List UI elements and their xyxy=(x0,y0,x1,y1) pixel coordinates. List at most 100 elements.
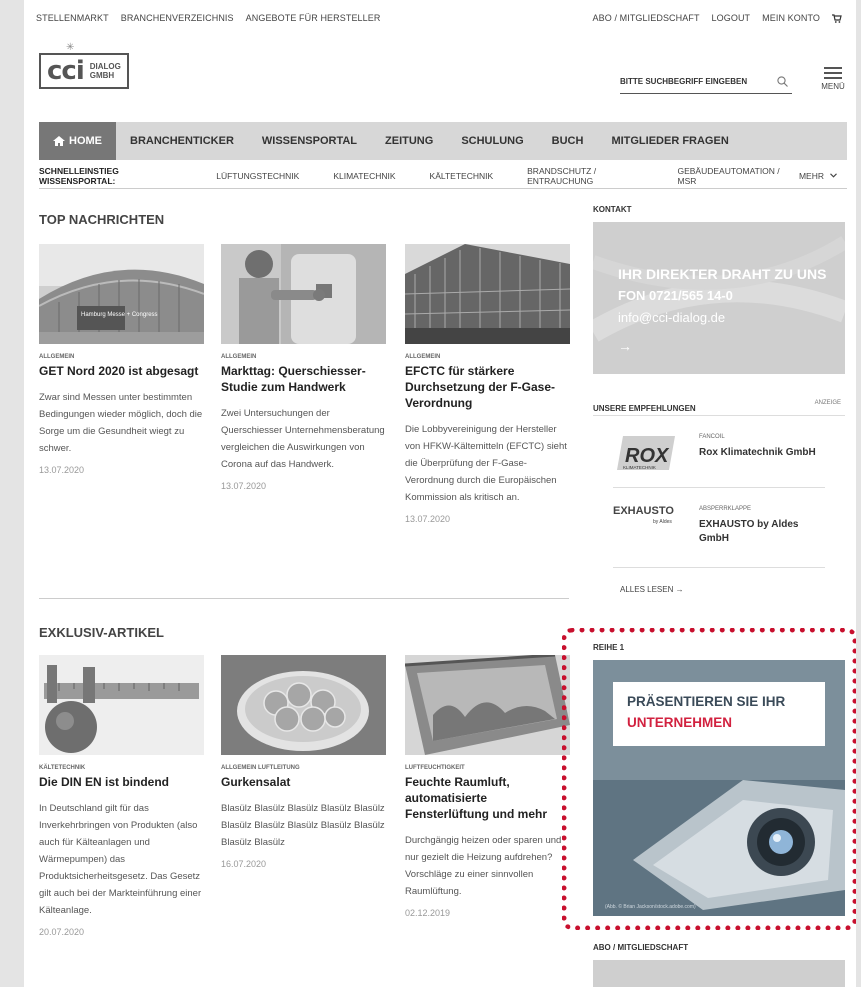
nav-item-home-label: HOME xyxy=(69,135,102,147)
topbar-link-stellenmarkt[interactable]: STELLENMARKT xyxy=(36,13,109,23)
kontakt-heading: IHR DIREKTER DRAHT ZU UNS xyxy=(618,266,827,282)
nav-item-mitglieder-fragen[interactable]: MITGLIEDER FRAGEN xyxy=(597,122,742,160)
menu-button[interactable]: MENÜ xyxy=(819,64,847,94)
ad-headline-2: UNTERNEHMEN xyxy=(627,715,733,730)
article-thumbnail xyxy=(39,655,204,755)
logo-star-icon: ✳ xyxy=(66,42,75,53)
news-headline[interactable]: EFCTC für stärkere Durchsetzung der F-Ga… xyxy=(405,363,570,411)
news-teaser: Zwar sind Messen unter bestimmten Beding… xyxy=(39,392,203,454)
reihe-label: REIHE 1 xyxy=(593,643,625,652)
nav-item-zeitung[interactable]: ZEITUNG xyxy=(371,122,447,160)
news-card[interactable]: ALLGEMEIN EFCTC für stärkere Durchsetzun… xyxy=(405,244,570,524)
news-card[interactable]: Hamburg Messe + Congress ALLGEMEIN GET N… xyxy=(39,244,204,475)
article-category: ALLGEMEIN LUFTLEITUNG xyxy=(221,765,300,771)
anzeige-label: ANZEIGE xyxy=(814,400,841,406)
nav-item-schulung[interactable]: SCHULUNG xyxy=(447,122,537,160)
hamburger-icon xyxy=(819,67,847,79)
main-navigation: HOME BRANCHENTICKER WISSENSPORTAL ZEITUN… xyxy=(39,122,847,160)
news-headline[interactable]: Markttag: Querschiesser-Studie zum Handw… xyxy=(221,363,386,395)
kontakt-phone: FON 0721/565 14-0 xyxy=(618,288,733,303)
nav-item-buch[interactable]: BUCH xyxy=(538,122,598,160)
search-icon[interactable] xyxy=(777,76,788,87)
subnav-more-button[interactable]: MEHR xyxy=(799,171,847,181)
top-utility-bar: STELLENMARKT BRANCHENVERZEICHNIS ANGEBOT… xyxy=(24,0,856,36)
news-teaser: Zwei Untersuchungen der Querschiesser Un… xyxy=(221,408,385,470)
empfehlungen-box: UNSERE EMPFEHLUNGEN ANZEIGE ROX KLIMATEC… xyxy=(593,390,845,618)
search-input[interactable] xyxy=(620,77,760,86)
exhausto-logo-subtext: by Aldes xyxy=(653,519,672,525)
news-teaser: Die Lobbyvereinigung der Hersteller von … xyxy=(405,424,567,503)
news-image-sign: Hamburg Messe + Congress xyxy=(81,312,158,318)
news-thumbnail: Hamburg Messe + Congress xyxy=(39,244,204,344)
topbar-link-abo[interactable]: ABO / MITGLIEDSCHAFT xyxy=(593,13,700,23)
article-card[interactable]: LUFTFEUCHTIGKEIT Feuchte Raumluft, autom… xyxy=(405,655,570,918)
arrow-right-icon[interactable]: → xyxy=(618,338,632,354)
article-teaser: In Deutschland gilt für das Inverkehrbri… xyxy=(39,803,202,916)
news-thumbnail xyxy=(405,244,570,344)
news-thumbnail xyxy=(221,244,386,344)
abo-label: ABO / MITGLIEDSCHAFT xyxy=(593,943,689,952)
nav-item-home[interactable]: HOME xyxy=(39,122,116,160)
empfehlung-name[interactable]: Rox Klimatechnik GmbH xyxy=(699,446,825,460)
news-date: 13.07.2020 xyxy=(39,465,85,475)
topbar-link-branchenverzeichnis[interactable]: BRANCHENVERZEICHNIS xyxy=(121,13,234,23)
article-category: KÄLTETECHNIK xyxy=(39,765,86,771)
search-box xyxy=(620,70,792,94)
subnav-item-klimatechnik[interactable]: KLIMATECHNIK xyxy=(316,171,412,181)
section-title-exklusiv-artikel: EXKLUSIV-ARTIKEL xyxy=(39,625,164,640)
subnav-item-lueftungstechnik[interactable]: LÜFTUNGSTECHNIK xyxy=(199,171,316,181)
exhausto-logo-text: EXHAUSTO xyxy=(613,505,674,517)
reihe-advertisement[interactable]: PRÄSENTIEREN SIE IHR UNTERNEHMEN (Abb. ©… xyxy=(593,660,845,916)
empfehlung-category: ABSPERRKLAPPE xyxy=(699,506,752,512)
rox-logo-text: ROX xyxy=(625,445,670,467)
empfehlung-item[interactable]: ROX KLIMATECHNIK FANCOIL Rox Klimatechni… xyxy=(613,424,825,488)
nav-item-branchenticker[interactable]: BRANCHENTICKER xyxy=(116,122,248,160)
article-headline[interactable]: Die DIN EN ist bindend xyxy=(39,774,204,790)
kontakt-box[interactable]: IHR DIREKTER DRAHT ZU UNS FON 0721/565 1… xyxy=(593,222,845,374)
kontakt-email[interactable]: info@cci-dialog.de xyxy=(618,310,725,325)
nav-item-wissensportal[interactable]: WISSENSPORTAL xyxy=(248,122,371,160)
exhausto-logo: EXHAUSTO by Aldes xyxy=(613,502,685,526)
logo-wordmark: cci xyxy=(47,56,85,86)
logo-line-2: GMBH xyxy=(89,71,115,80)
news-date: 13.07.2020 xyxy=(405,514,451,524)
article-date: 20.07.2020 xyxy=(39,927,85,937)
empfehlungen-label: UNSERE EMPFEHLUNGEN xyxy=(593,404,696,413)
sub-navigation: SCHNELLEINSTIEG WISSENSPORTAL: LÜFTUNGST… xyxy=(39,163,847,189)
alles-lesen-link[interactable]: ALLES LESEN → xyxy=(620,585,684,594)
article-thumbnail xyxy=(405,655,570,755)
article-card[interactable]: KÄLTETECHNIK Die DIN EN ist bindend In D… xyxy=(39,655,204,937)
ad-headline-1: PRÄSENTIEREN SIE IHR xyxy=(627,694,786,709)
article-headline[interactable]: Gurkensalat xyxy=(221,774,386,790)
subnav-item-brandschutz[interactable]: BRANDSCHUTZ / ENTRAUCHUNG xyxy=(510,166,660,186)
subnav-more-label: MEHR xyxy=(798,170,824,181)
subnav-item-gebaeudeautomation[interactable]: GEBÄUDEAUTOMATION / MSR xyxy=(660,166,798,186)
article-category: LUFTFEUCHTIGKEIT xyxy=(405,765,465,771)
empfehlung-category: FANCOIL xyxy=(699,434,725,440)
site-logo[interactable]: cci ✳ DIALOG GMBH xyxy=(39,42,161,94)
rox-logo: ROX KLIMATECHNIK xyxy=(613,430,683,476)
section-divider xyxy=(39,598,569,599)
subnav-lead: SCHNELLEINSTIEG WISSENSPORTAL: xyxy=(39,165,119,186)
news-category: ALLGEMEIN xyxy=(221,354,257,360)
cart-icon[interactable] xyxy=(832,13,842,23)
article-card[interactable]: ALLGEMEIN LUFTLEITUNG Gurkensalat Blasül… xyxy=(221,655,386,869)
empfehlung-name[interactable]: EXHAUSTO by Aldes GmbH xyxy=(699,518,825,546)
subnav-item-kaeltetechnik[interactable]: KÄLTETECHNIK xyxy=(413,171,511,181)
page: STELLENMARKT BRANCHENVERZEICHNIS ANGEBOT… xyxy=(24,0,856,987)
news-card[interactable]: ALLGEMEIN Markttag: Querschiesser-Studie… xyxy=(221,244,386,491)
article-headline[interactable]: Feuchte Raumluft, automatisierte Fenster… xyxy=(405,774,570,822)
article-teaser: Durchgängig heizen oder sparen und nur g… xyxy=(405,835,562,897)
empfehlung-item[interactable]: EXHAUSTO by Aldes ABSPERRKLAPPE EXHAUSTO… xyxy=(613,494,825,568)
abo-box[interactable] xyxy=(593,960,845,987)
topbar-link-logout[interactable]: LOGOUT xyxy=(712,13,751,23)
article-date: 02.12.2019 xyxy=(405,908,451,918)
article-teaser: Blasülz Blasülz Blasülz Blasülz Blasülz … xyxy=(221,803,385,848)
topbar-link-mein-konto[interactable]: MEIN KONTO xyxy=(762,13,820,23)
news-category: ALLGEMEIN xyxy=(405,354,441,360)
ad-image-credit: (Abb. © Brian Jackson/stock.adobe.com) xyxy=(605,904,696,910)
topbar-link-angebote[interactable]: ANGEBOTE FÜR HERSTELLER xyxy=(246,13,381,23)
news-headline[interactable]: GET Nord 2020 ist abgesagt xyxy=(39,363,204,379)
article-date: 16.07.2020 xyxy=(221,859,267,869)
news-category: ALLGEMEIN xyxy=(39,354,75,360)
